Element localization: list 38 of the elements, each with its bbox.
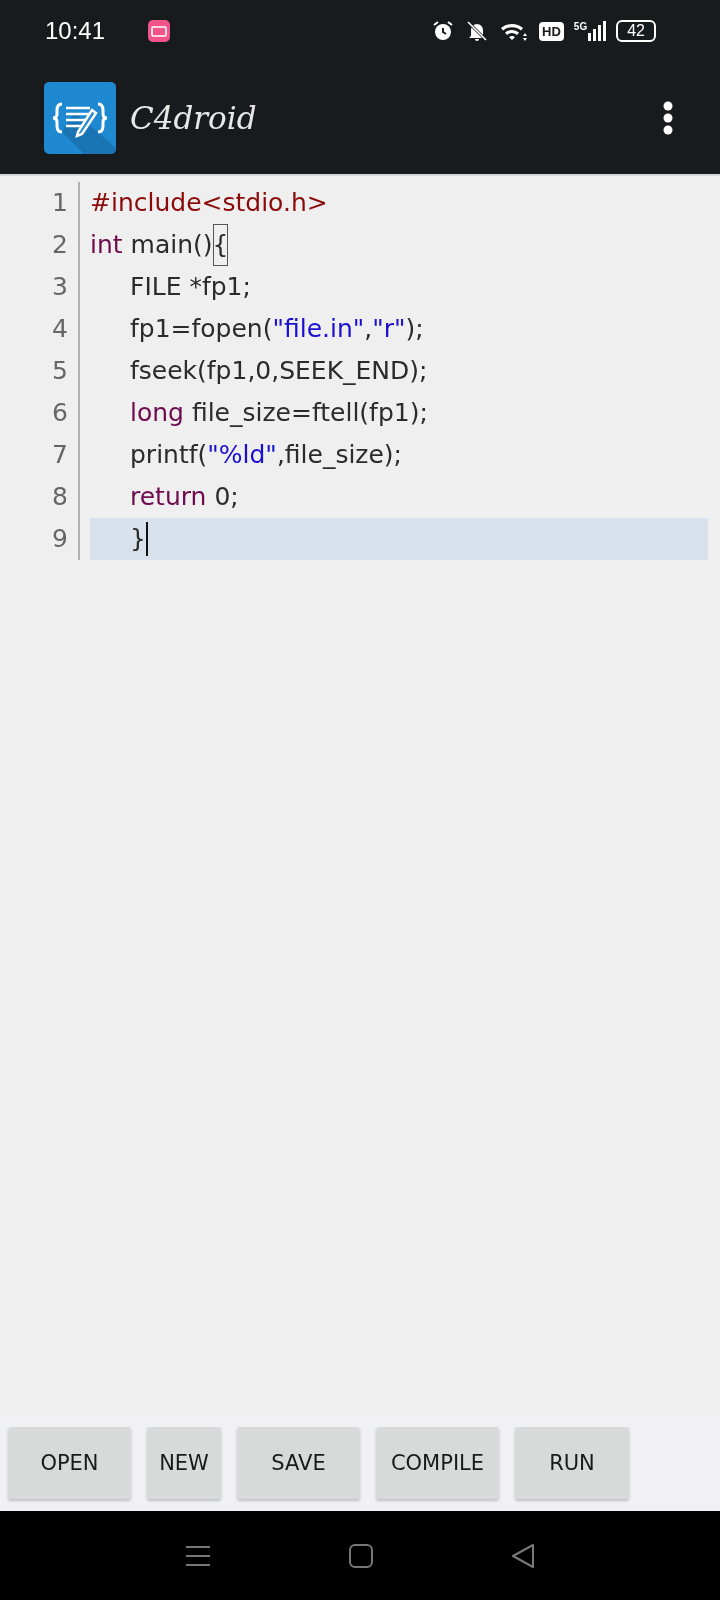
code-line: fp1=fopen("file.in","r"); [129,313,424,345]
line-number: 6 [51,397,68,429]
code-editor[interactable]: 1 2 3 4 5 6 7 8 9 #include<stdio.h> int main(){ FILE *fp1; fp1=fopen("file.in","r"); fseek(fp1,0,SEEK_END); long file_size=ftell(fp1); printf("%ld",file_size); return 0; } [0,176,720,1414]
code-line: fseek(fp1,0,SEEK_END); [129,355,428,387]
app-title: C4droid [130,100,257,136]
code-line: #include<stdio.h> [90,187,328,219]
network-type: 5G [573,21,588,32]
app-notification-icon [147,19,172,43]
line-number: 1 [51,187,68,219]
toolbar-button[interactable]: RUN [515,1426,629,1499]
app-logo-icon[interactable] [44,82,116,154]
code-line: printf("%ld",file_size); [129,439,403,471]
line-number: 9 [51,523,68,555]
text-cursor [145,522,148,556]
line-number: 5 [51,355,68,387]
line-number: 8 [51,481,68,513]
toolbar-button[interactable]: COMPILE [376,1426,499,1499]
battery-level: 42 [616,20,656,42]
toolbar-button[interactable]: OPEN [8,1426,131,1499]
line-number: 2 [51,229,68,261]
clock-time: 10:41 [45,17,106,45]
toolbar-button[interactable]: SAVE [237,1426,360,1499]
toolbar-button[interactable]: NEW [147,1426,221,1499]
home-icon[interactable] [348,1542,374,1569]
line-number: 4 [51,313,68,345]
back-icon[interactable] [510,1542,536,1569]
menu-icon[interactable] [184,1543,212,1568]
muted-bell-icon [465,19,490,43]
code-line: long file_size=ftell(fp1); [129,397,428,429]
hd-badge: HD [539,21,564,41]
more-options-icon[interactable] [662,100,674,136]
code-line: } [129,523,146,555]
line-number: 7 [51,439,68,471]
line-number: 3 [51,271,68,303]
code-line: return 0; [129,481,239,513]
code-line: FILE *fp1; [129,271,251,303]
code-line: int main(){ [90,224,229,266]
signal-icon [588,21,607,41]
